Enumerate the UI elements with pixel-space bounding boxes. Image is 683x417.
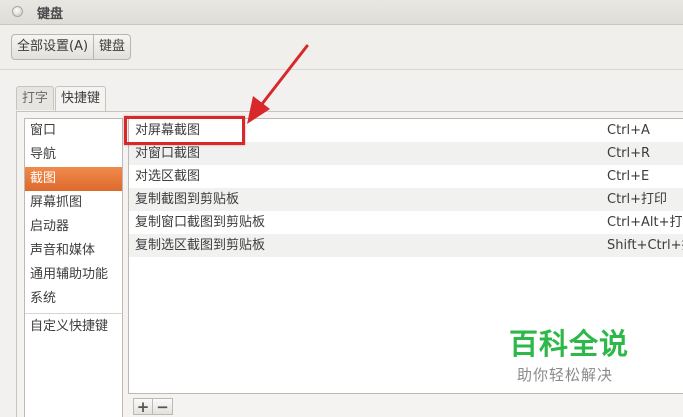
shortcut-name: 复制窗口截图到剪贴板 <box>135 215 266 230</box>
shortcut-key[interactable]: Ctrl+Alt+打 <box>607 211 683 234</box>
shortcut-key[interactable]: Ctrl+R <box>607 142 650 165</box>
category-item-sound-media[interactable]: 声音和媒体 <box>25 239 122 263</box>
shortcut-row[interactable]: 复制窗口截图到剪贴板 Ctrl+Alt+打 <box>129 211 683 234</box>
watermark-title: 百科全说 <box>509 327 630 361</box>
category-item-screen-capture[interactable]: 屏幕抓图 <box>25 191 122 215</box>
shortcut-row[interactable]: 复制截图到剪贴板 Ctrl+打印 <box>129 188 683 211</box>
tab-bar: 打字 快捷键 <box>16 86 107 111</box>
shortcut-name: 复制选区截图到剪贴板 <box>135 238 266 253</box>
category-divider <box>25 313 122 314</box>
shortcut-name: 对窗口截图 <box>135 146 201 161</box>
window-title: 键盘 <box>37 7 64 22</box>
shortcut-key[interactable]: Shift+Ctrl+打 <box>607 234 683 257</box>
category-item-accessibility[interactable]: 通用辅助功能 <box>25 263 122 287</box>
category-list: 窗口 导航 截图 屏幕抓图 启动器 声音和媒体 通用辅助功能 系统 自定义快捷键 <box>24 118 123 417</box>
window-close-button[interactable] <box>12 6 23 17</box>
category-item-custom-shortcuts[interactable]: 自定义快捷键 <box>25 315 122 339</box>
breadcrumb-keyboard[interactable]: 键盘 <box>94 34 132 60</box>
breadcrumb: 全部设置(A) 键盘 <box>11 34 132 60</box>
add-shortcut-button[interactable]: + <box>133 398 153 415</box>
annotation-highlight-box <box>124 116 245 145</box>
toolbar: 全部设置(A) 键盘 <box>0 25 683 70</box>
category-item-system[interactable]: 系统 <box>25 287 122 311</box>
category-item-launcher[interactable]: 启动器 <box>25 215 122 239</box>
shortcut-key[interactable]: Ctrl+打印 <box>607 188 667 211</box>
all-settings-button[interactable]: 全部设置(A) <box>11 34 95 60</box>
shortcut-key[interactable]: Ctrl+A <box>607 119 650 142</box>
shortcut-button-bar: + − <box>128 394 683 417</box>
category-item-screenshot[interactable]: 截图 <box>25 167 122 191</box>
shortcut-key[interactable]: Ctrl+E <box>607 165 649 188</box>
category-item-window[interactable]: 窗口 <box>25 119 122 143</box>
watermark-subtitle: 助你轻松解决 <box>517 366 614 384</box>
tab-shortcuts[interactable]: 快捷键 <box>55 86 107 111</box>
remove-shortcut-button[interactable]: − <box>153 398 173 415</box>
category-item-navigation[interactable]: 导航 <box>25 143 122 167</box>
shortcut-row[interactable]: 复制选区截图到剪贴板 Shift+Ctrl+打 <box>129 234 683 257</box>
shortcut-row[interactable]: 对窗口截图 Ctrl+R <box>129 142 683 165</box>
shortcut-name: 复制截图到剪贴板 <box>135 192 240 207</box>
shortcut-row[interactable]: 对选区截图 Ctrl+E <box>129 165 683 188</box>
add-remove-group: + − <box>133 398 173 415</box>
tab-typing[interactable]: 打字 <box>16 86 55 110</box>
title-bar: 键盘 <box>0 0 683 25</box>
shortcut-name: 对选区截图 <box>135 169 201 184</box>
